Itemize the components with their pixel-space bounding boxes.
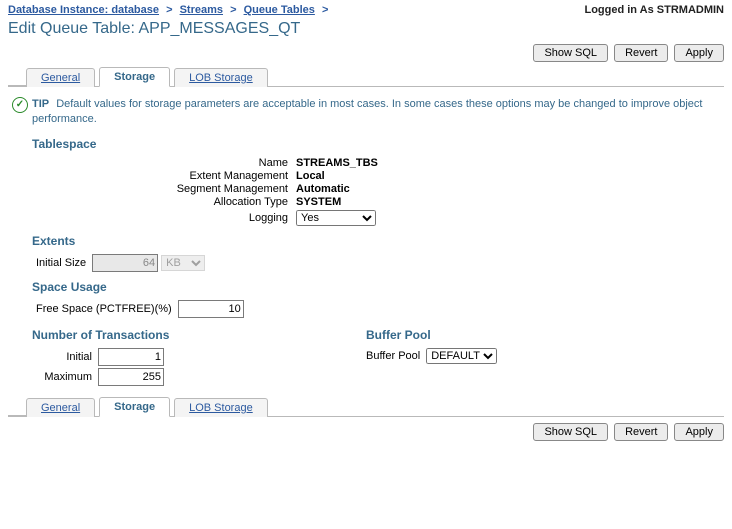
top-button-row: Show SQL Revert Apply <box>8 44 724 62</box>
buffer-pool-select[interactable]: DEFAULT <box>426 348 497 364</box>
breadcrumb-sep: > <box>226 4 240 16</box>
pctfree-input[interactable] <box>178 300 244 318</box>
breadcrumb-sep: > <box>162 4 176 16</box>
extent-mgmt-value: Local <box>296 170 325 182</box>
alloc-type-label: Allocation Type <box>8 196 296 208</box>
show-sql-button-bottom[interactable]: Show SQL <box>533 423 608 441</box>
tablespace-name-label: Name <box>8 157 296 169</box>
initial-size-label: Initial Size <box>36 257 92 269</box>
tip-message: ✓ TIP Default values for storage paramet… <box>12 97 724 127</box>
logging-select[interactable]: Yes <box>296 210 376 226</box>
initial-size-unit-select: KB <box>161 255 205 271</box>
pctfree-label: Free Space (PCTFREE)(%) <box>36 303 178 315</box>
section-buffer-pool: Buffer Pool <box>366 328 724 342</box>
logged-in-label: Logged in As STRMADMIN <box>584 4 724 16</box>
bottom-button-row: Show SQL Revert Apply <box>8 423 724 441</box>
section-transactions: Number of Transactions <box>32 328 366 342</box>
breadcrumb-sep: > <box>318 4 332 16</box>
trans-max-label: Maximum <box>36 371 98 383</box>
section-tablespace: Tablespace <box>32 137 724 151</box>
show-sql-button[interactable]: Show SQL <box>533 44 608 62</box>
tab-lob-storage-bottom[interactable]: LOB Storage <box>174 398 268 417</box>
tip-icon: ✓ <box>12 97 28 113</box>
tab-general[interactable]: General <box>26 68 95 87</box>
breadcrumb-queue-tables[interactable]: Queue Tables <box>244 4 315 16</box>
trans-max-input[interactable] <box>98 368 164 386</box>
breadcrumb: Database Instance: database > Streams > … <box>8 4 332 16</box>
segment-mgmt-value: Automatic <box>296 183 350 195</box>
tab-general-bottom[interactable]: General <box>26 398 95 417</box>
apply-button[interactable]: Apply <box>674 44 724 62</box>
alloc-type-value: SYSTEM <box>296 196 341 208</box>
trans-initial-label: Initial <box>36 351 98 363</box>
tab-storage[interactable]: Storage <box>99 67 170 87</box>
initial-size-input <box>92 254 158 272</box>
tab-lob-storage[interactable]: LOB Storage <box>174 68 268 87</box>
tablespace-name-value: STREAMS_TBS <box>296 157 378 169</box>
tip-label: TIP <box>32 98 49 110</box>
breadcrumb-db-instance[interactable]: Database Instance: database <box>8 4 159 16</box>
extent-mgmt-label: Extent Management <box>8 170 296 182</box>
tabs-top: General Storage LOB Storage <box>8 66 724 87</box>
section-extents: Extents <box>32 234 724 248</box>
segment-mgmt-label: Segment Management <box>8 183 296 195</box>
tab-storage-bottom[interactable]: Storage <box>99 397 170 417</box>
trans-initial-input[interactable] <box>98 348 164 366</box>
tabs-bottom: General Storage LOB Storage <box>8 396 724 417</box>
tip-text: Default values for storage parameters ar… <box>32 98 702 125</box>
apply-button-bottom[interactable]: Apply <box>674 423 724 441</box>
buffer-pool-label: Buffer Pool <box>366 350 426 362</box>
breadcrumb-streams[interactable]: Streams <box>180 4 223 16</box>
section-space-usage: Space Usage <box>32 280 724 294</box>
logging-label: Logging <box>8 212 296 224</box>
page-title: Edit Queue Table: APP_MESSAGES_QT <box>8 20 724 38</box>
revert-button[interactable]: Revert <box>614 44 668 62</box>
revert-button-bottom[interactable]: Revert <box>614 423 668 441</box>
